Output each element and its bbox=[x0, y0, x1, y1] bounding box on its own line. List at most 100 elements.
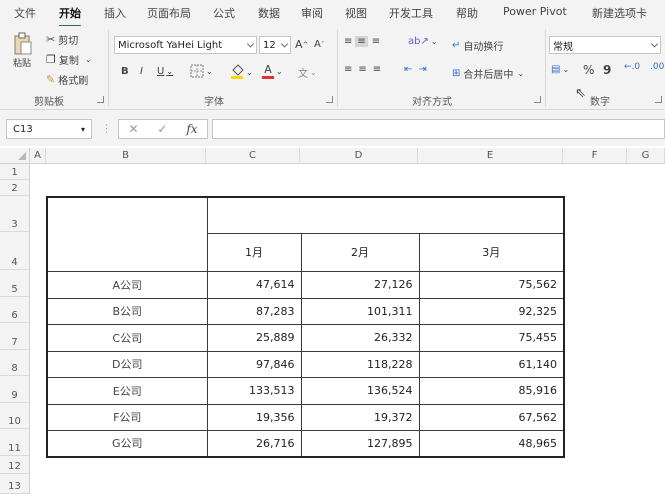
column-header-d[interactable]: D bbox=[300, 148, 418, 164]
column-header-c[interactable]: C bbox=[206, 148, 300, 164]
formula-input[interactable] bbox=[212, 119, 665, 139]
row-header-7[interactable]: 7 bbox=[0, 323, 30, 350]
row-header-3[interactable]: 3 bbox=[0, 196, 30, 232]
accounting-format-button[interactable]: ▤ ⌄ bbox=[551, 64, 569, 75]
increase-decimal-button[interactable]: ←.0 bbox=[624, 62, 640, 72]
align-center-icon[interactable]: ≡ bbox=[358, 64, 366, 75]
value-cell[interactable]: 118,228 bbox=[300, 350, 420, 378]
decrease-indent-icon[interactable]: ⇤ bbox=[404, 64, 412, 75]
month-header-cell[interactable]: 2月 bbox=[300, 232, 420, 272]
row-header-6[interactable]: 6 bbox=[0, 297, 30, 323]
clipboard-launcher[interactable] bbox=[97, 96, 104, 103]
row-header-8[interactable]: 8 bbox=[0, 350, 30, 376]
column-header-f[interactable]: F bbox=[563, 148, 627, 164]
value-cell[interactable]: 48,965 bbox=[418, 429, 565, 458]
value-cell[interactable]: 26,332 bbox=[300, 323, 420, 352]
column-header-e[interactable]: E bbox=[418, 148, 563, 164]
number-launcher[interactable] bbox=[655, 96, 662, 103]
fill-color-button[interactable]: ⌄ bbox=[230, 64, 253, 80]
orientation-button[interactable]: ab↗ ⌄ bbox=[408, 36, 438, 47]
row-header-11[interactable]: 11 bbox=[0, 429, 30, 456]
row-header-1[interactable]: 1 bbox=[0, 164, 30, 180]
select-all-button[interactable] bbox=[0, 148, 30, 164]
tab-review[interactable]: 审阅 bbox=[301, 5, 323, 21]
company-cell[interactable]: A公司 bbox=[46, 270, 208, 299]
wrap-text-button[interactable]: ↵ 自动换行 bbox=[452, 38, 503, 53]
row-header-4[interactable]: 4 bbox=[0, 232, 30, 270]
font-launcher[interactable] bbox=[326, 96, 333, 103]
value-cell[interactable]: 19,372 bbox=[300, 403, 420, 431]
copy-button[interactable]: ❐ 复制 ⌄ bbox=[46, 52, 92, 67]
row-header-9[interactable]: 9 bbox=[0, 376, 30, 403]
percent-button[interactable]: % bbox=[583, 63, 594, 77]
company-cell[interactable]: G公司 bbox=[46, 429, 208, 458]
company-cell[interactable]: C公司 bbox=[46, 323, 208, 352]
value-cell[interactable]: 136,524 bbox=[300, 376, 420, 405]
value-cell[interactable]: 27,126 bbox=[300, 270, 420, 299]
align-middle-icon[interactable]: ≡ bbox=[355, 36, 368, 47]
row-header-5[interactable]: 5 bbox=[0, 270, 30, 297]
column-header-b[interactable]: B bbox=[46, 148, 206, 164]
column-header-a[interactable]: A bbox=[30, 148, 46, 164]
merge-center-button[interactable]: ⊞ 合并后居中 ⌄ bbox=[452, 66, 524, 81]
align-right-icon[interactable]: ≡ bbox=[373, 64, 381, 75]
increase-indent-icon[interactable]: ⇥ bbox=[418, 64, 426, 75]
shrink-font-button[interactable]: Aˇ bbox=[314, 39, 324, 50]
tab-home[interactable]: 开始 bbox=[59, 5, 81, 27]
tab-insert[interactable]: 插入 bbox=[104, 5, 126, 21]
column-header-g[interactable]: G bbox=[627, 148, 665, 164]
value-cell[interactable]: 127,895 bbox=[300, 429, 420, 458]
cancel-icon[interactable]: ✕ bbox=[128, 122, 138, 136]
tab-data[interactable]: 数据 bbox=[258, 5, 280, 21]
tab-developer[interactable]: 开发工具 bbox=[389, 5, 433, 21]
value-cell[interactable]: 26,716 bbox=[206, 429, 302, 458]
value-cell[interactable]: 92,325 bbox=[418, 297, 565, 325]
tab-help[interactable]: 帮助 bbox=[456, 5, 478, 21]
align-bottom-icon[interactable]: ≡ bbox=[372, 36, 380, 47]
tab-power-pivot[interactable]: Power Pivot bbox=[503, 5, 567, 18]
row-header-13[interactable]: 13 bbox=[0, 474, 30, 494]
value-cell[interactable]: 87,283 bbox=[206, 297, 302, 325]
value-cell[interactable]: 85,916 bbox=[418, 376, 565, 405]
value-cell[interactable]: 75,562 bbox=[418, 270, 565, 299]
number-format-select[interactable]: 常规 bbox=[549, 36, 661, 54]
tab-new-tab[interactable]: 新建选项卡 bbox=[592, 5, 647, 21]
tab-formulas[interactable]: 公式 bbox=[213, 5, 235, 21]
month-header-cell[interactable]: 3月 bbox=[418, 232, 565, 272]
enter-icon[interactable]: ✓ bbox=[157, 122, 167, 136]
value-cell[interactable]: 47,614 bbox=[206, 270, 302, 299]
value-cell[interactable]: 133,513 bbox=[206, 376, 302, 405]
align-left-icon[interactable]: ≡ bbox=[344, 64, 352, 75]
company-cell[interactable]: E公司 bbox=[46, 376, 208, 405]
name-box[interactable]: C13 ▾ bbox=[6, 119, 92, 139]
merged-title-cell[interactable] bbox=[206, 196, 565, 234]
row-header-2[interactable]: 2 bbox=[0, 180, 30, 196]
bold-button[interactable]: B bbox=[121, 66, 129, 77]
value-cell[interactable]: 97,846 bbox=[206, 350, 302, 378]
company-cell[interactable]: D公司 bbox=[46, 350, 208, 378]
value-cell[interactable]: 75,455 bbox=[418, 323, 565, 352]
row-header-10[interactable]: 10 bbox=[0, 403, 30, 429]
borders-button[interactable]: ⌄ bbox=[190, 64, 213, 78]
value-cell[interactable]: 19,356 bbox=[206, 403, 302, 431]
align-top-icon[interactable]: ≡ bbox=[344, 36, 352, 47]
value-cell[interactable]: 101,311 bbox=[300, 297, 420, 325]
paste-button[interactable]: 粘贴 bbox=[8, 32, 36, 69]
decrease-decimal-button[interactable]: .00 bbox=[650, 62, 664, 72]
font-name-select[interactable]: Microsoft YaHei Light bbox=[114, 36, 257, 54]
comma-style-button[interactable]: 9 bbox=[603, 63, 611, 77]
underline-button[interactable]: U ⌄ bbox=[157, 66, 173, 77]
alignment-launcher[interactable] bbox=[534, 96, 541, 103]
value-cell[interactable]: 25,889 bbox=[206, 323, 302, 352]
tab-page-layout[interactable]: 页面布局 bbox=[147, 5, 191, 21]
month-header-cell[interactable]: 1月 bbox=[206, 232, 302, 272]
insert-function-icon[interactable]: fx bbox=[186, 122, 197, 136]
italic-button[interactable]: I bbox=[140, 66, 143, 77]
row-header-12[interactable]: 12 bbox=[0, 456, 30, 474]
value-cell[interactable]: 61,140 bbox=[418, 350, 565, 378]
tab-file[interactable]: 文件 bbox=[14, 5, 36, 21]
font-size-select[interactable]: 12 bbox=[259, 36, 291, 54]
value-cell[interactable]: 67,562 bbox=[418, 403, 565, 431]
header-corner-cell[interactable] bbox=[46, 196, 208, 272]
format-painter-button[interactable]: ✎ 格式刷 bbox=[46, 72, 88, 87]
